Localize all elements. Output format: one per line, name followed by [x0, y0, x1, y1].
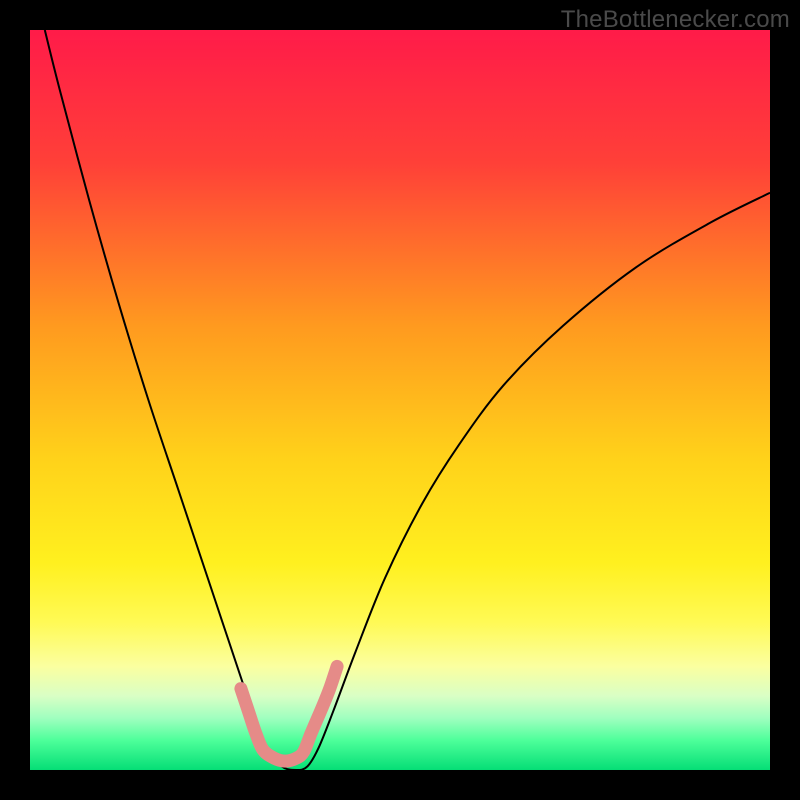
plot-area — [30, 30, 770, 770]
series-trough-marker — [241, 666, 337, 761]
chart-frame: TheBottlenecker.com — [0, 0, 800, 800]
series-bottleneck-curve — [45, 30, 770, 770]
curve-layer — [30, 30, 770, 770]
